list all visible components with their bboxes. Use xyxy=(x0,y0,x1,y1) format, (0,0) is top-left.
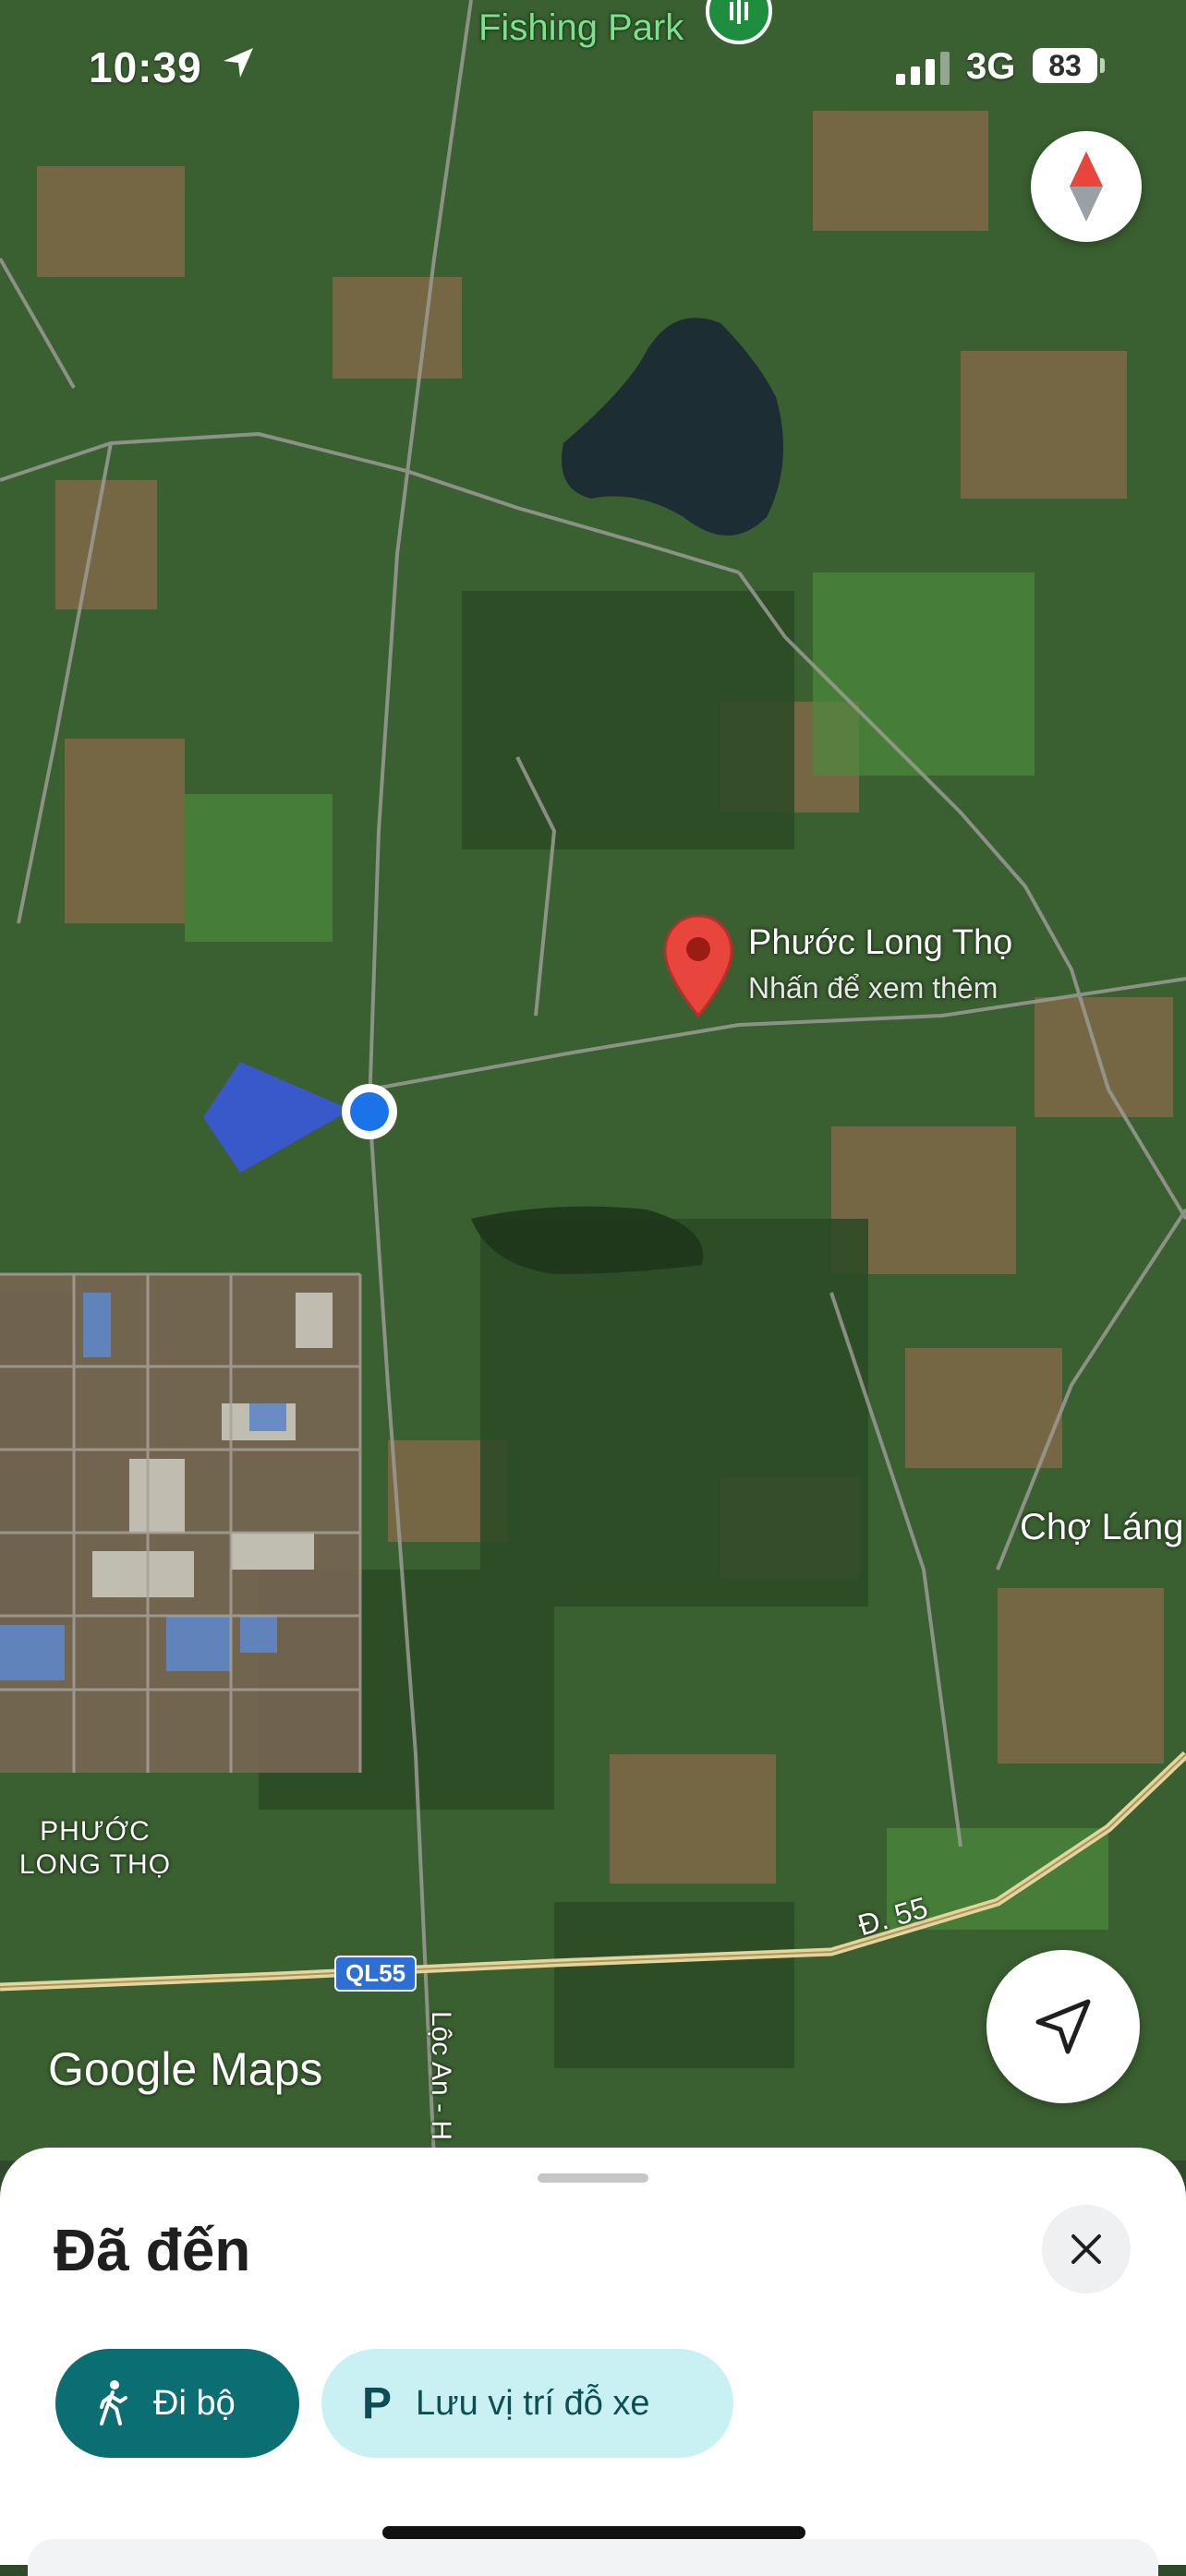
battery-indicator: 83 xyxy=(1033,48,1097,83)
location-arrow-icon xyxy=(224,48,253,78)
arrival-sheet: Đã đến Đi bộ P Lưu vị trí đỗ xe xyxy=(0,2148,1186,2576)
navigation-arrow-icon xyxy=(1035,1999,1091,2054)
recenter-button[interactable] xyxy=(986,1950,1140,2103)
map-view[interactable]: 10:39 3G 83 Fishing Park Phước Long Thọ … xyxy=(0,0,1186,2161)
status-time: 10:39 xyxy=(89,43,202,91)
close-icon xyxy=(1071,2234,1101,2264)
destination-pin-icon[interactable] xyxy=(661,912,735,1019)
signal-bars-icon xyxy=(896,52,950,85)
save-parking-button[interactable]: P Lưu vị trí đỗ xe xyxy=(321,2349,733,2458)
walking-person-icon xyxy=(100,2380,127,2426)
save-parking-label: Lưu vị trí đỗ xe xyxy=(416,2383,650,2423)
compass-needle-icon xyxy=(1070,151,1103,222)
destination-name[interactable]: Phước Long Thọ xyxy=(748,923,1012,963)
network-type: 3G xyxy=(966,46,1016,87)
map-label-cho-lang[interactable]: Chợ Láng xyxy=(1020,1507,1183,1548)
poi-fishing-park-label[interactable]: Fishing Park xyxy=(478,7,684,49)
home-indicator[interactable] xyxy=(382,2526,805,2539)
sheet-grabber[interactable] xyxy=(538,2173,648,2183)
sheet-next-card xyxy=(28,2539,1158,2576)
google-maps-logo: Google Maps xyxy=(48,2043,323,2095)
satellite-imagery xyxy=(0,0,1186,2161)
sheet-title: Đã đến xyxy=(54,2217,251,2283)
parking-icon: P xyxy=(362,2378,393,2428)
map-label-area: PHƯỚC LONG THỌ xyxy=(18,1816,172,1880)
road-label-loc-an: Lộc An - H xyxy=(426,2011,456,2141)
road-shield-ql55: QL55 xyxy=(334,1956,418,1992)
compass-button[interactable] xyxy=(1031,131,1142,242)
battery-tip xyxy=(1100,58,1105,73)
poi-green-pin-icon[interactable] xyxy=(704,0,774,54)
walk-button[interactable]: Đi bộ xyxy=(55,2349,299,2458)
close-button[interactable] xyxy=(1042,2205,1131,2293)
user-location-dot xyxy=(342,1084,397,1139)
walk-label: Đi bộ xyxy=(153,2383,236,2423)
destination-hint[interactable]: Nhấn để xem thêm xyxy=(748,971,998,1005)
